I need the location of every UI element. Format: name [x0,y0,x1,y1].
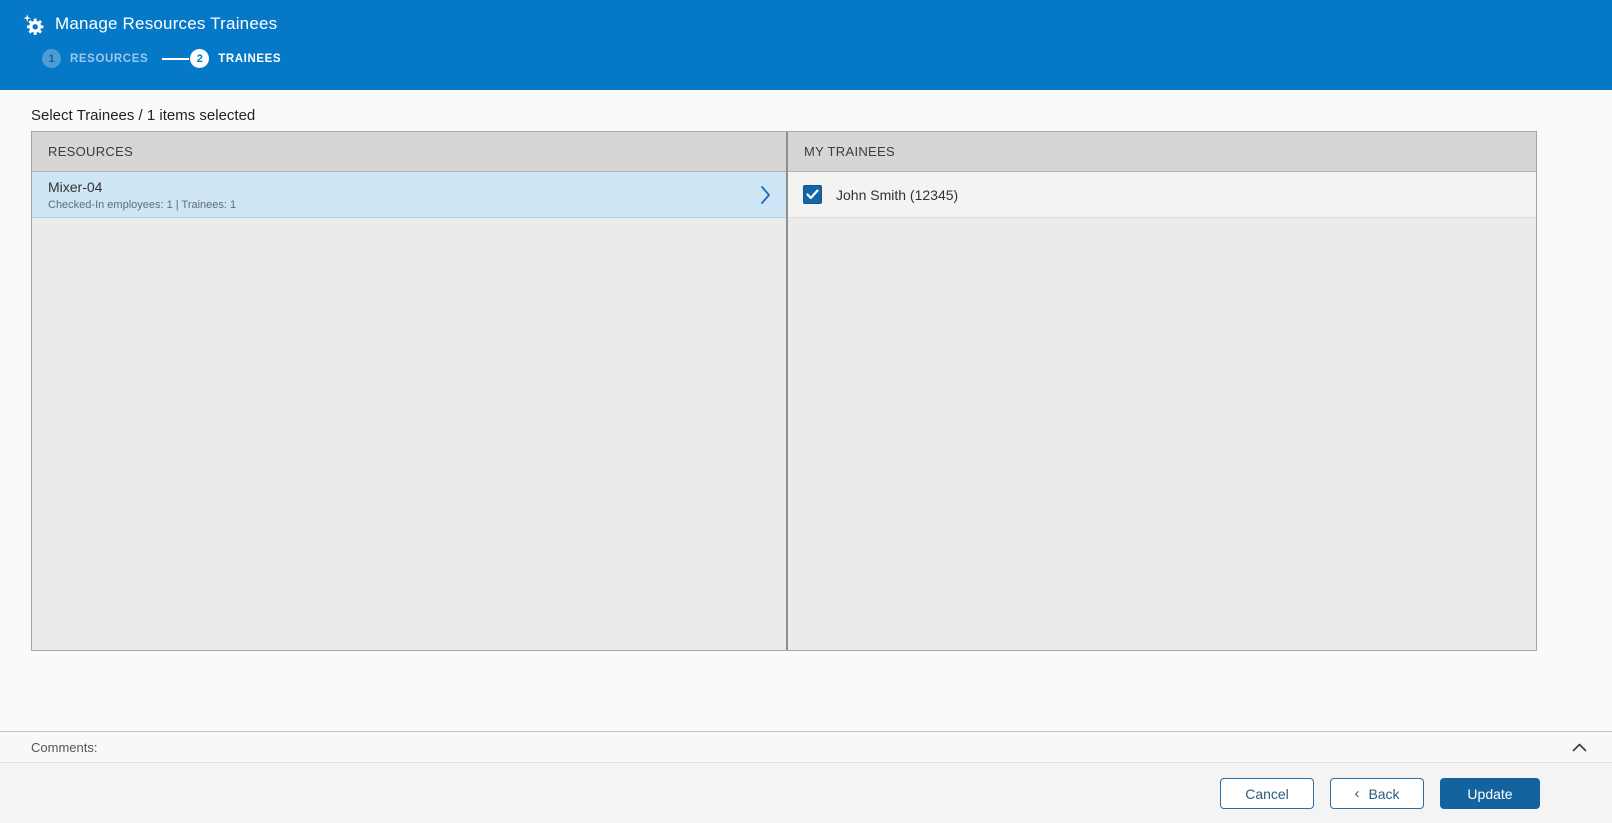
step-trainees[interactable]: 2 TRAINEES [190,49,281,68]
comments-bar: Comments: [0,731,1612,763]
wizard-header: Manage Resources Trainees 1 RESOURCES 2 … [0,0,1612,90]
resource-subtitle: Checked-In employees: 1 | Trainees: 1 [48,199,237,212]
step-2-label: TRAINEES [218,52,282,65]
step-1-label: RESOURCES [70,52,149,65]
back-button-label: Back [1368,785,1400,802]
manage-gear-icon [21,12,45,36]
manage-resources-trainees-dialog: Manage Resources Trainees 1 RESOURCES 2 … [0,0,1612,823]
my-trainees-list[interactable]: John Smith (12345) [788,172,1536,650]
update-button[interactable]: Update [1440,778,1540,809]
trainee-row-john-smith[interactable]: John Smith (12345) [788,172,1536,218]
step-resources[interactable]: 1 RESOURCES [42,49,148,68]
resource-title: Mixer-04 [48,178,103,195]
step-connector [162,57,190,60]
header-title-row: Manage Resources Trainees [0,0,1612,36]
back-button[interactable]: ‹ Back [1330,778,1424,809]
wizard-steps: 1 RESOURCES 2 TRAINEES [42,49,1612,68]
comments-label: Comments: [31,739,98,755]
chevron-left-icon: ‹ [1354,785,1360,802]
resource-row-mixer-04[interactable]: Mixer-04 Checked-In employees: 1 | Train… [32,172,786,218]
my-trainees-panel-header: MY TRAINEES [788,132,1536,172]
resource-text: Mixer-04 Checked-In employees: 1 | Train… [48,178,760,212]
cancel-button[interactable]: Cancel [1220,778,1314,809]
chevron-right-icon[interactable] [760,185,771,205]
resources-panel-header: RESOURCES [32,132,786,172]
resources-panel: RESOURCES Mixer-04 Checked-In employees:… [32,132,788,650]
trainee-label: John Smith (12345) [836,186,959,203]
step-1-circle: 1 [42,49,61,68]
resources-list[interactable]: Mixer-04 Checked-In employees: 1 | Train… [32,172,786,650]
footer-actions: Cancel ‹ Back Update [0,764,1612,823]
my-trainees-panel: MY TRAINEES John Smith (12345) [788,132,1536,650]
chevron-up-icon[interactable] [1569,740,1590,755]
dialog-title: Manage Resources Trainees [55,14,278,33]
step-2-circle: 2 [190,49,210,68]
trainee-checkbox[interactable] [803,185,822,204]
selection-summary: Select Trainees / 1 items selected [31,107,256,124]
selection-panels: RESOURCES Mixer-04 Checked-In employees:… [31,131,1537,651]
